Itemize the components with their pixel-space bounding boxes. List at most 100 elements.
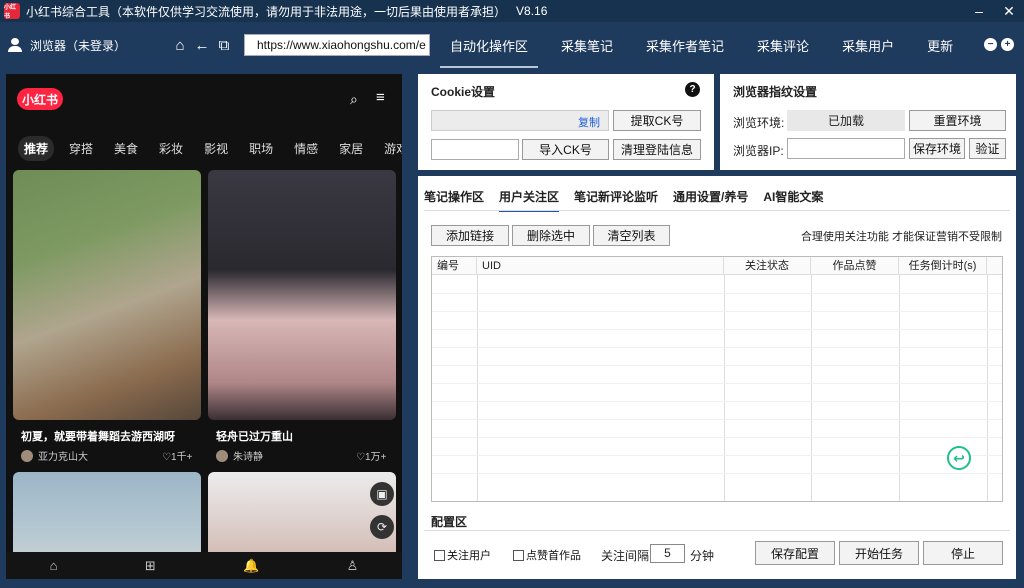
category-bar: 推荐 穿搭 美食 彩妆 影视 职场 情感 家居 游戏 <box>18 136 402 161</box>
tab-collect-notes[interactable]: 采集笔记 <box>551 22 623 68</box>
grid-line <box>432 293 1002 294</box>
category-food[interactable]: 美食 <box>108 136 144 161</box>
like-first-work-checkbox[interactable]: 点赞首作品 <box>513 547 581 563</box>
column-header[interactable]: 关注状态 <box>724 257 811 274</box>
verify-button[interactable]: 验证 <box>969 138 1006 159</box>
xiaohongshu-logo: 小红书 <box>17 88 63 110</box>
add-link-button[interactable]: 添加链接 <box>431 225 509 246</box>
category-career[interactable]: 职场 <box>243 136 279 161</box>
app-logo-icon: 小红书 <box>4 3 20 20</box>
refresh-icon[interactable]: ⟳ <box>370 515 394 539</box>
author-name: 亚力克山大 <box>38 452 88 463</box>
back-arrow-icon[interactable]: ↩ <box>947 446 971 470</box>
url-bar[interactable]: https://www.xiaohongshu.com/e <box>244 34 430 56</box>
interval-unit: 分钟 <box>690 549 715 563</box>
collapse-icon[interactable]: − <box>984 38 997 51</box>
tab-update[interactable]: 更新 <box>917 22 963 68</box>
bell-icon[interactable]: 🔔 <box>243 558 259 574</box>
stop-button[interactable]: 停止 <box>923 541 1003 565</box>
minimize-button[interactable]: – <box>964 0 994 22</box>
checkbox-box[interactable] <box>434 549 445 561</box>
clear-list-button[interactable]: 清空列表 <box>593 225 670 246</box>
category-games[interactable]: 游戏 <box>378 136 402 161</box>
tab-collect-users[interactable]: 采集用户 <box>832 22 904 68</box>
tab-general-settings[interactable]: 通用设置/养号 <box>673 188 748 212</box>
delete-selected-button[interactable]: 删除选中 <box>512 225 590 246</box>
column-header[interactable]: 作品点赞 <box>811 257 899 274</box>
phone-preview: 小红书 ⌕ ≡ 推荐 穿搭 美食 彩妆 影视 职场 情感 家居 游戏 初夏，就要… <box>6 74 402 579</box>
tab-user-follow[interactable]: 用户关注区 <box>499 188 560 212</box>
avatar <box>216 449 228 462</box>
cookie-field[interactable]: 复制 <box>431 110 609 131</box>
follow-user-checkbox[interactable]: 关注用户 <box>434 547 491 563</box>
table-header: 编号 UID 关注状态 作品点赞 任务倒计时(s) <box>432 257 1002 275</box>
tab-collect-comments[interactable]: 采集评论 <box>747 22 819 68</box>
grid-line <box>432 437 1002 438</box>
browser-ip-input[interactable] <box>787 138 905 159</box>
ck-input[interactable] <box>431 139 519 160</box>
column-header[interactable]: 任务倒计时(s) <box>899 257 987 274</box>
grid-line <box>987 275 988 501</box>
category-movies[interactable]: 影视 <box>198 136 234 161</box>
checkbox-box[interactable] <box>513 549 524 561</box>
clear-login-button[interactable]: 清理登陆信息 <box>613 139 701 160</box>
column-header[interactable]: UID <box>477 257 724 274</box>
expand-icon[interactable]: + <box>1001 38 1014 51</box>
note-card-author[interactable]: 朱诗静 <box>216 448 263 463</box>
interval-label: 关注间隔 <box>601 549 650 563</box>
category-home[interactable]: 家居 <box>333 136 369 161</box>
note-card-title[interactable]: 轻舟已过万重山 <box>216 428 293 444</box>
save-env-button[interactable]: 保存环境 <box>909 138 965 159</box>
grid-line <box>724 275 725 501</box>
note-card-title[interactable]: 初夏，就要带着舞蹈去游西湖呀 <box>21 428 175 444</box>
note-card-author[interactable]: 亚力克山大 <box>21 448 88 463</box>
column-header[interactable]: 编号 <box>432 257 477 274</box>
extract-ck-button[interactable]: 提取CK号 <box>613 110 701 131</box>
back-arrow-icon[interactable]: ← <box>192 35 212 55</box>
grid-line <box>432 473 1002 474</box>
import-ck-button[interactable]: 导入CK号 <box>522 139 609 160</box>
category-makeup[interactable]: 彩妆 <box>153 136 189 161</box>
reset-env-button[interactable]: 重置环境 <box>909 110 1006 131</box>
profile-icon[interactable]: ♙ <box>347 558 359 574</box>
category-recommend[interactable]: 推荐 <box>18 136 55 161</box>
note-card-likes[interactable]: ♡1千+ <box>162 448 192 463</box>
tab-collect-author-notes[interactable]: 采集作者笔记 <box>636 22 734 68</box>
interval-input[interactable]: 5 <box>650 544 685 563</box>
copy-page-icon[interactable]: ⧉ <box>214 35 234 55</box>
user-table[interactable]: 编号 UID 关注状态 作品点赞 任务倒计时(s) <box>431 256 1003 502</box>
tab-automation[interactable]: 自动化操作区 <box>440 22 539 68</box>
category-emotion[interactable]: 情感 <box>288 136 324 161</box>
tab-comment-monitor[interactable]: 笔记新评论监听 <box>574 188 658 212</box>
grid-line <box>899 275 900 501</box>
home-icon[interactable]: ⌂ <box>50 558 58 573</box>
grid-line <box>432 383 1002 384</box>
grid-line <box>432 455 1002 456</box>
grid-line <box>432 401 1002 402</box>
category-outfit[interactable]: 穿搭 <box>63 136 99 161</box>
sub-tabs: 笔记操作区 用户关注区 笔记新评论监听 通用设置/养号 AI智能文案 <box>424 188 838 212</box>
cookie-title: Cookie设置 <box>431 85 496 99</box>
image-icon[interactable]: ▣ <box>370 482 394 506</box>
app-version: V8.16 <box>516 4 548 18</box>
table-body <box>432 275 1002 501</box>
fingerprint-title: 浏览器指纹设置 <box>733 85 818 99</box>
note-card-image[interactable] <box>13 170 201 420</box>
start-task-button[interactable]: 开始任务 <box>839 541 919 565</box>
config-title: 配置区 <box>431 515 468 529</box>
menu-icon[interactable]: ≡ <box>376 89 385 106</box>
save-config-button[interactable]: 保存配置 <box>755 541 835 565</box>
nav-bar: 浏览器（未登录） ⌂ ← ⧉ https://www.xiaohongshu.c… <box>0 22 1024 68</box>
ip-label: 浏览器IP: <box>733 144 784 158</box>
note-card-likes[interactable]: ♡1万+ <box>356 448 386 463</box>
note-card-image[interactable] <box>208 170 396 420</box>
home-icon[interactable]: ⌂ <box>170 35 190 55</box>
add-icon[interactable]: ⊞ <box>145 558 156 574</box>
follow-hint: 合理使用关注功能 才能保证营销不受限制 <box>800 231 1002 243</box>
tab-note-operations[interactable]: 笔记操作区 <box>424 188 484 212</box>
copy-link[interactable]: 复制 <box>578 114 600 130</box>
close-button[interactable]: ✕ <box>994 0 1024 22</box>
tab-ai-copywriting[interactable]: AI智能文案 <box>763 188 823 212</box>
help-icon[interactable]: ? <box>685 82 700 97</box>
search-icon[interactable]: ⌕ <box>350 91 358 108</box>
